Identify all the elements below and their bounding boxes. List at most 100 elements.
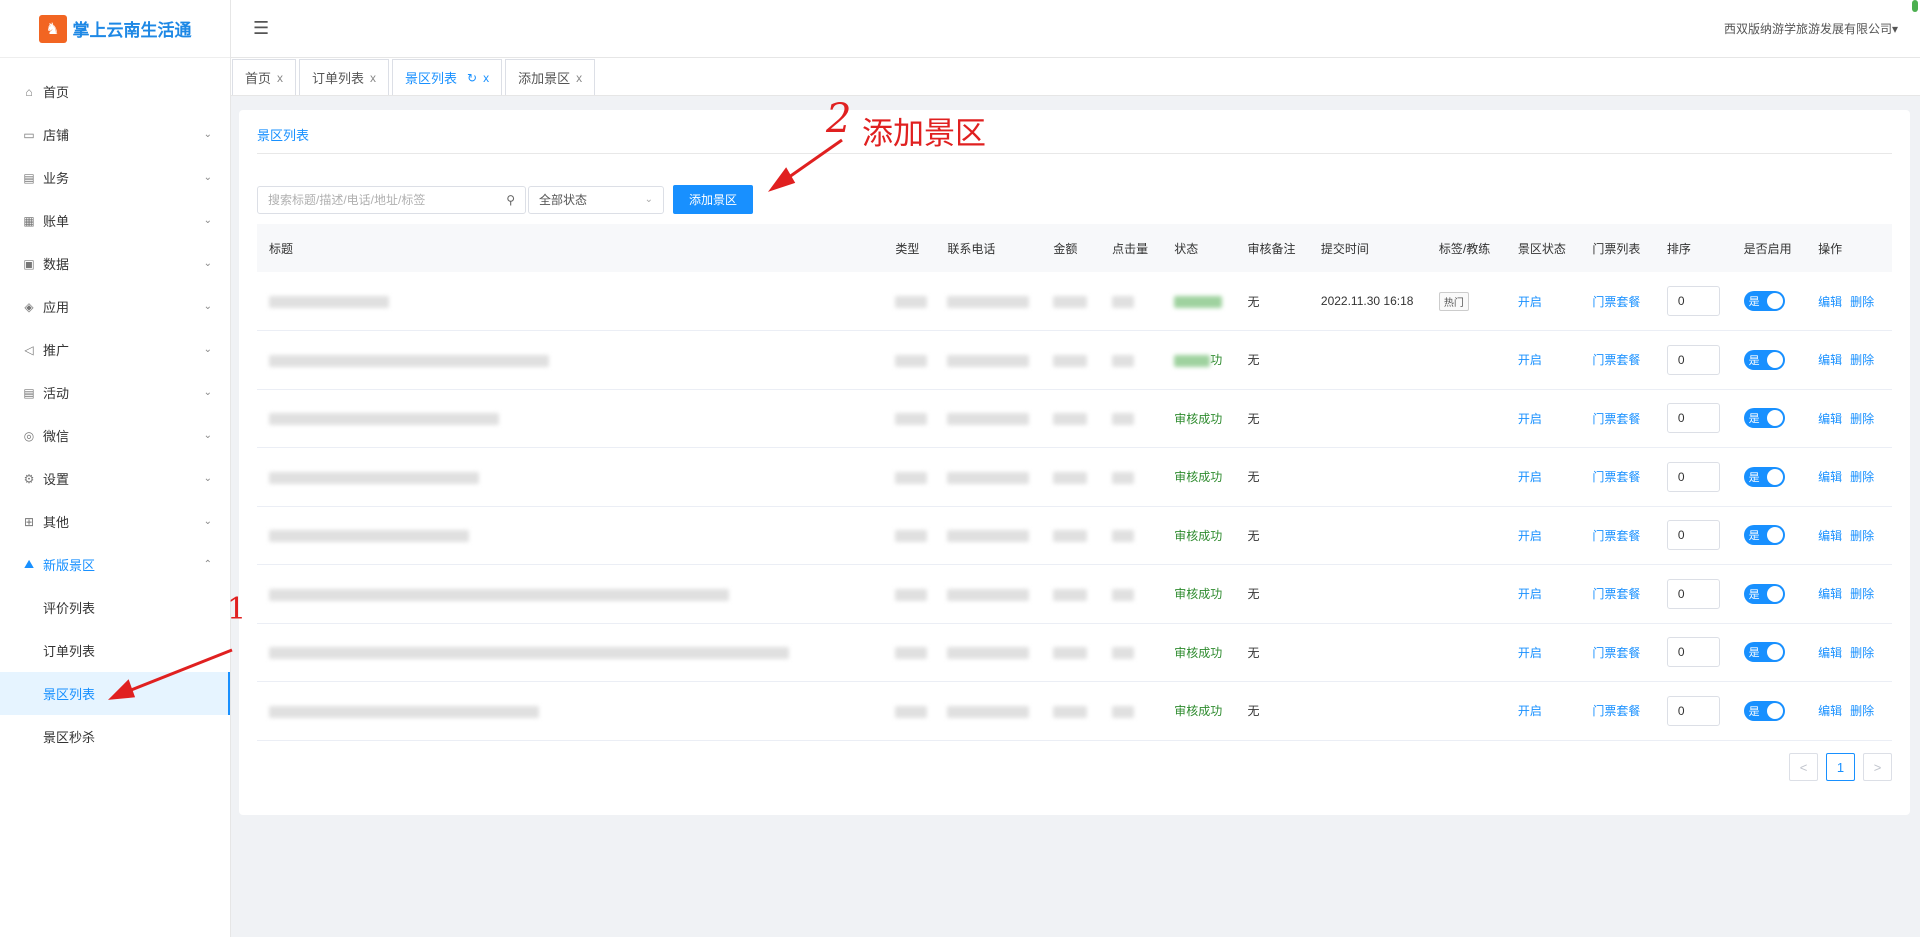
enable-toggle[interactable]: 是	[1743, 583, 1785, 604]
sidebar-item-2[interactable]: ▭ 店铺 ⌄	[0, 113, 230, 156]
sidebar-subitem-4[interactable]: 景区秒杀	[0, 715, 230, 758]
delete-link[interactable]: 删除	[1850, 412, 1874, 426]
sort-input[interactable]: 0	[1666, 403, 1720, 434]
table-header: 标题 类型 联系电话 金额 点击量 状态 审核备注 提交时间 标签/教练 景区状态 门票列表 排序 是否…	[257, 224, 1892, 272]
edit-link[interactable]: 编辑	[1818, 529, 1842, 543]
sort-input[interactable]: 0	[1666, 637, 1720, 668]
page-1-button[interactable]: 1	[1826, 753, 1855, 781]
enable-toggle[interactable]: 是	[1743, 408, 1785, 429]
tab-add-scenic[interactable]: 添加景区 x	[505, 59, 596, 95]
scenic-icon: ⛰	[23, 557, 35, 571]
delete-link[interactable]: 删除	[1850, 587, 1874, 601]
menu-collapse-icon[interactable]: ☰	[253, 18, 269, 39]
enable-toggle[interactable]: 是	[1743, 642, 1785, 663]
delete-link[interactable]: 删除	[1850, 704, 1874, 718]
delete-link[interactable]: 删除	[1850, 529, 1874, 543]
tab-scenic-list[interactable]: 景区列表 ↻ x	[392, 59, 503, 95]
ticket-package-link[interactable]: 门票套餐	[1592, 295, 1640, 309]
delete-link[interactable]: 删除	[1850, 470, 1874, 484]
caret-down-icon: ▾	[1891, 22, 1898, 36]
actions-cell: 编辑 删除	[1806, 681, 1892, 741]
sidebar-item-10[interactable]: ⚙ 设置 ⌄	[0, 457, 230, 500]
ticket-package-link[interactable]: 门票套餐	[1592, 704, 1640, 718]
ticket-package-link[interactable]: 门票套餐	[1592, 353, 1640, 367]
scenic-status-link[interactable]: 开启	[1518, 704, 1542, 718]
search-box[interactable]: ⚲	[257, 185, 526, 214]
scenic-status-link[interactable]: 开启	[1518, 587, 1542, 601]
close-icon[interactable]: x	[576, 71, 582, 85]
scenic-status-link[interactable]: 开启	[1518, 646, 1542, 660]
type-cell	[883, 564, 936, 624]
scenic-status-link[interactable]: 开启	[1518, 412, 1542, 426]
sort-input[interactable]: 0	[1666, 344, 1720, 375]
toggle-knob	[1766, 468, 1783, 485]
title-redacted	[269, 647, 789, 660]
status-cell: 审核成功	[1162, 564, 1236, 624]
sort-input[interactable]: 0	[1666, 695, 1720, 726]
delete-link[interactable]: 删除	[1850, 646, 1874, 660]
ticket-package-link[interactable]: 门票套餐	[1592, 587, 1640, 601]
enable-toggle[interactable]: 是	[1743, 466, 1785, 487]
edit-link[interactable]: 编辑	[1818, 412, 1842, 426]
scenic-status-link[interactable]: 开启	[1518, 470, 1542, 484]
edit-link[interactable]: 编辑	[1818, 704, 1842, 718]
next-page-button[interactable]: >	[1863, 753, 1892, 781]
sort-input[interactable]: 0	[1666, 286, 1720, 316]
tab-home[interactable]: 首页 x	[232, 59, 297, 95]
enable-toggle[interactable]: 是	[1743, 700, 1785, 721]
ticket-package-link[interactable]: 门票套餐	[1592, 646, 1640, 660]
sidebar-item-11[interactable]: ⊞ 其他 ⌄	[0, 500, 230, 543]
sidebar-item-12[interactable]: ⛰ 新版景区 ⌃	[0, 543, 230, 586]
column-header: 操作	[1806, 224, 1892, 272]
scenic-status-link[interactable]: 开启	[1518, 295, 1542, 309]
sort-input[interactable]: 0	[1666, 461, 1720, 492]
prev-page-button[interactable]: <	[1789, 753, 1818, 781]
edit-link[interactable]: 编辑	[1818, 646, 1842, 660]
sidebar-item-3[interactable]: ▤ 业务 ⌄	[0, 156, 230, 199]
scenic-status-cell: 开启	[1505, 272, 1581, 331]
enable-toggle[interactable]: 是	[1743, 349, 1785, 370]
scenic-status-link[interactable]: 开启	[1518, 529, 1542, 543]
enabled-cell: 是	[1731, 623, 1807, 682]
sort-cell: 0	[1654, 564, 1732, 624]
company-dropdown[interactable]: 西双版纳游学旅游发展有限公司▾	[1724, 20, 1898, 37]
sidebar-item-8[interactable]: ▤ 活动 ⌄	[0, 371, 230, 414]
ticket-package-link[interactable]: 门票套餐	[1592, 529, 1640, 543]
delete-link[interactable]: 删除	[1850, 353, 1874, 367]
close-icon[interactable]: x	[370, 71, 376, 85]
sidebar-item-7[interactable]: ◁ 推广 ⌄	[0, 328, 230, 371]
delete-link[interactable]: 删除	[1850, 295, 1874, 309]
close-icon[interactable]: x	[483, 71, 489, 85]
edit-link[interactable]: 编辑	[1818, 470, 1842, 484]
sort-input[interactable]: 0	[1666, 520, 1720, 551]
sidebar-subitem-1[interactable]: 评价列表	[0, 586, 230, 629]
sidebar-item-4[interactable]: ▦ 账单 ⌄	[0, 199, 230, 242]
sidebar-subitem-2[interactable]: 订单列表	[0, 629, 230, 672]
sort-input[interactable]: 0	[1666, 578, 1720, 609]
search-icon[interactable]: ⚲	[506, 193, 515, 207]
sidebar-item-6[interactable]: ◈ 应用 ⌄	[0, 285, 230, 328]
column-header: 门票列表	[1580, 224, 1655, 272]
edit-link[interactable]: 编辑	[1818, 353, 1842, 367]
ticket-package-link[interactable]: 门票套餐	[1592, 412, 1640, 426]
edit-link[interactable]: 编辑	[1818, 295, 1842, 309]
edit-link[interactable]: 编辑	[1818, 587, 1842, 601]
tab-orders[interactable]: 订单列表 x	[299, 59, 390, 95]
sidebar-item-9[interactable]: ◎ 微信 ⌄	[0, 414, 230, 457]
add-scenic-button[interactable]: 添加景区	[673, 185, 753, 214]
scenic-status-cell: 开启	[1505, 447, 1581, 507]
refresh-icon[interactable]: ↻	[467, 71, 477, 85]
enable-toggle[interactable]: 是	[1743, 291, 1785, 311]
logo[interactable]: ♞ 掌上云南生活通	[0, 0, 230, 58]
scenic-status-link[interactable]: 开启	[1518, 353, 1542, 367]
status-select[interactable]: 全部状态 ⌄	[528, 185, 664, 214]
search-input[interactable]	[268, 192, 488, 207]
column-header: 类型	[883, 224, 936, 272]
amount-cell	[1041, 272, 1101, 331]
enable-toggle[interactable]: 是	[1743, 525, 1785, 546]
close-icon[interactable]: x	[277, 71, 283, 85]
sidebar-subitem-3[interactable]: 景区列表	[0, 672, 230, 715]
sidebar-item-5[interactable]: ▣ 数据 ⌄	[0, 242, 230, 285]
ticket-package-link[interactable]: 门票套餐	[1592, 470, 1640, 484]
sidebar-item-1[interactable]: ⌂ 首页	[0, 70, 230, 113]
